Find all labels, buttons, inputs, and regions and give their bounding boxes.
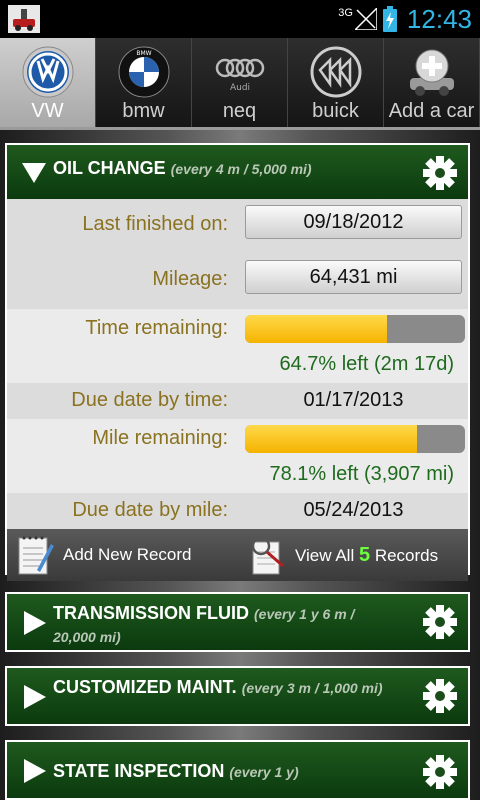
last-finished-date-button[interactable]: 09/18/2012 — [245, 205, 462, 239]
mileage-button[interactable]: 64,431 mi — [245, 260, 462, 294]
oil-change-header[interactable]: OIL CHANGE (every 4 m / 5,000 mi) — [7, 145, 468, 199]
vw-logo-icon — [22, 46, 73, 98]
state-inspection-header[interactable]: STATE INSPECTION (every 1 y) — [7, 742, 468, 798]
time-remaining-row: Time remaining: — [7, 309, 468, 347]
status-bar: 3G 12:43 — [0, 0, 480, 38]
time-progress-bar — [245, 315, 465, 343]
last-finished-label: Last finished on: — [82, 213, 228, 235]
card-title-text: OIL CHANGE — [53, 158, 166, 178]
view-all-prefix: View All — [295, 545, 355, 565]
card-interval: (every 4 m / 5,000 mi) — [170, 161, 312, 177]
collapse-arrow-icon — [22, 163, 46, 183]
tab-label: bmw — [122, 100, 165, 122]
time-pct-row: 64.7% left (2m 17d) — [7, 347, 468, 383]
tab-vw[interactable]: VW — [0, 38, 96, 127]
tab-label: buick — [312, 100, 359, 122]
time-pct-text: 64.7% left (2m 17d) — [279, 353, 454, 375]
time-remaining-label: Time remaining: — [85, 317, 228, 339]
mile-remaining-label: Mile remaining: — [92, 427, 228, 449]
due-mile-row: Due date by mile: 05/24/2013 — [7, 493, 468, 529]
add-new-record-button[interactable]: Add New Record — [15, 529, 192, 581]
view-all-label: View All 5 Records — [295, 544, 438, 567]
gear-icon[interactable] — [422, 604, 458, 640]
car-tab-bar: VW BMW bmw Audi neq buick Add a car — [0, 38, 480, 130]
bmw-logo-icon: BMW — [118, 46, 169, 98]
card-interval: (every 1 y) — [229, 764, 299, 780]
buick-logo-icon — [310, 46, 361, 98]
audi-logo-icon: Audi — [215, 58, 264, 93]
customized-maint-card[interactable]: CUSTOMIZED MAINT. (every 3 m / 1,000 mi) — [5, 666, 470, 726]
view-all-suffix: Records — [374, 545, 439, 565]
mileage-row: Mileage: 64,431 mi — [7, 254, 468, 309]
record-actions: Add New Record View All 5 Records — [7, 529, 468, 581]
add-car-icon — [409, 49, 454, 96]
clock: 12:43 — [406, 3, 472, 34]
card-title: CUSTOMIZED MAINT. (every 3 m / 1,000 mi) — [53, 676, 398, 699]
mileage-label: Mileage: — [152, 268, 228, 290]
due-mile-label: Due date by mile: — [72, 499, 228, 521]
expand-arrow-icon — [24, 611, 46, 635]
card-title-text: CUSTOMIZED MAINT. — [53, 677, 237, 697]
due-mile-value: 05/24/2013 — [303, 499, 404, 521]
mile-pct-row: 78.1% left (3,907 mi) — [7, 457, 468, 493]
mile-section: Mile remaining: 78.1% left (3,907 mi) — [7, 419, 468, 493]
mile-remaining-row: Mile remaining: — [7, 419, 468, 457]
tab-neq[interactable]: Audi neq — [192, 38, 288, 127]
signal-icon — [354, 8, 377, 30]
tab-label: neq — [222, 100, 257, 122]
card-title-text: STATE INSPECTION — [53, 761, 225, 781]
state-inspection-card[interactable]: STATE INSPECTION (every 1 y) — [5, 740, 470, 800]
last-finished-row: Last finished on: 09/18/2012 — [7, 199, 468, 254]
card-title-text: TRANSMISSION FLUID — [53, 603, 249, 623]
mile-progress-bar — [245, 425, 465, 453]
tab-bmw[interactable]: BMW bmw — [96, 38, 192, 127]
gear-icon[interactable] — [422, 754, 458, 790]
svg-text:Audi: Audi — [229, 83, 249, 93]
transmission-fluid-card[interactable]: TRANSMISSION FLUID (every 1 y 6 m / 20,0… — [5, 592, 470, 652]
app-notification-icon — [8, 5, 40, 33]
add-new-record-label: Add New Record — [63, 545, 192, 564]
view-all-records-button[interactable]: View All 5 Records — [247, 529, 438, 581]
card-title: STATE INSPECTION (every 1 y) — [53, 760, 398, 783]
oil-change-details: Last finished on: 09/18/2012 Mileage: 64… — [7, 199, 468, 529]
time-progress-fill — [245, 315, 388, 343]
tab-buick[interactable]: buick — [288, 38, 384, 127]
records-search-icon — [251, 536, 284, 575]
expand-arrow-icon — [24, 759, 46, 783]
expand-arrow-icon — [24, 685, 46, 709]
mile-pct-text: 78.1% left (3,907 mi) — [269, 463, 454, 485]
card-title: OIL CHANGE (every 4 m / 5,000 mi) — [53, 157, 398, 180]
card-title: TRANSMISSION FLUID (every 1 y 6 m / 20,0… — [53, 602, 398, 648]
oil-change-card: OIL CHANGE (every 4 m / 5,000 mi) Last f… — [5, 143, 470, 581]
tab-label: Add a car — [388, 100, 475, 122]
due-time-row: Due date by time: 01/17/2013 — [7, 383, 468, 419]
time-section: Time remaining: 64.7% left (2m 17d) — [7, 309, 468, 383]
notepad-icon — [18, 536, 54, 575]
battery-charging-icon — [382, 6, 397, 32]
due-time-value: 01/17/2013 — [303, 389, 404, 411]
transmission-fluid-header[interactable]: TRANSMISSION FLUID (every 1 y 6 m / 20,0… — [7, 594, 468, 650]
gear-icon[interactable] — [422, 155, 458, 191]
gear-icon[interactable] — [422, 678, 458, 714]
customized-maint-header[interactable]: CUSTOMIZED MAINT. (every 3 m / 1,000 mi) — [7, 668, 468, 724]
tab-add-car[interactable]: Add a car — [384, 38, 480, 127]
network-type: 3G — [338, 7, 353, 19]
due-time-label: Due date by time: — [71, 389, 228, 411]
mile-progress-fill — [245, 425, 417, 453]
tab-label: VW — [31, 100, 64, 122]
svg-text:BMW: BMW — [136, 50, 151, 57]
card-interval: (every 3 m / 1,000 mi) — [241, 680, 383, 696]
record-count: 5 — [358, 543, 371, 566]
